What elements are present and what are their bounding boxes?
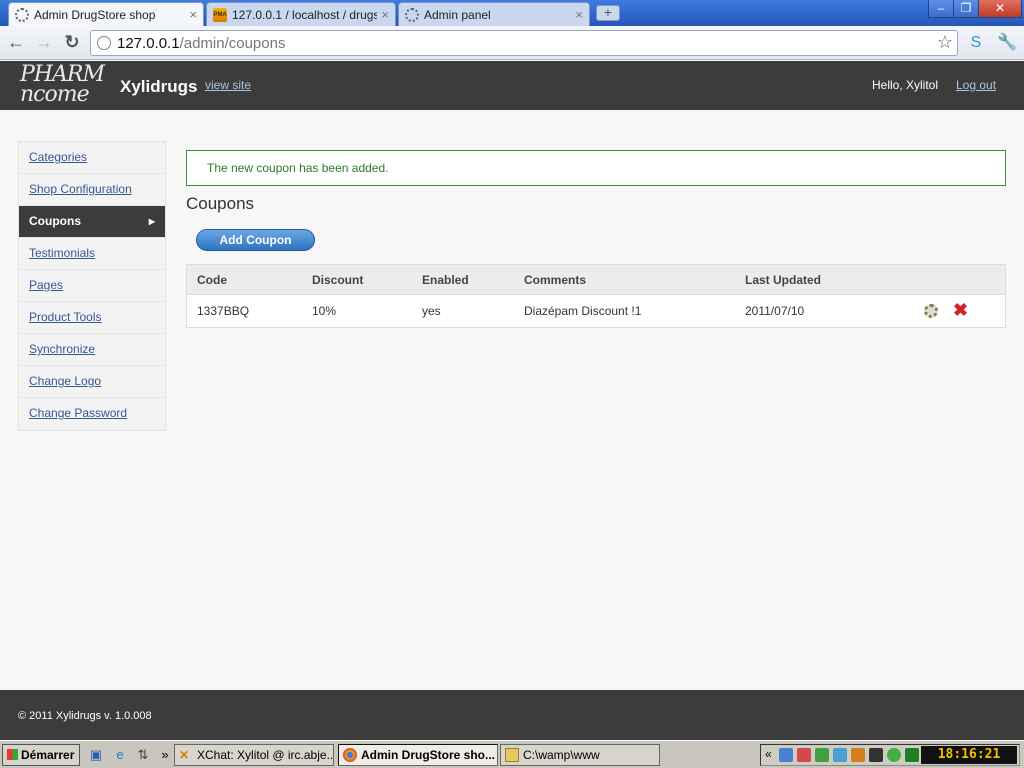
start-button[interactable]: Démarrer <box>2 744 80 766</box>
close-icon[interactable]: × <box>381 7 389 22</box>
sidebar-item-product-tools[interactable]: Product Tools <box>19 302 165 334</box>
task-chrome-admin[interactable]: Admin DrugStore sho... <box>338 744 498 766</box>
task-label: Admin DrugStore sho... <box>361 748 496 762</box>
xchat-tray-icon[interactable] <box>851 748 865 762</box>
cell-comments: Diazépam Discount !1 <box>524 304 642 318</box>
tab-title: Admin panel <box>424 7 491 22</box>
sidebar-item-label: Coupons <box>29 214 81 228</box>
column-header-last-updated: Last Updated <box>745 273 822 287</box>
tab-title: 127.0.0.1 / localhost / drugsto <box>232 7 378 22</box>
wrench-icon[interactable]: 🔧 <box>997 33 1017 53</box>
system-clock: 18:16:21 <box>921 746 1017 764</box>
address-bar[interactable]: 127.0.0.1/admin/coupons ☆ <box>90 30 958 56</box>
reload-icon[interactable]: ↻ <box>61 32 83 54</box>
globe-icon <box>97 36 111 50</box>
volume-icon[interactable] <box>797 748 811 762</box>
browser-toolbar: ← → ↻ 127.0.0.1/admin/coupons ☆ S 🔧 <box>0 26 1024 60</box>
wamp-icon[interactable] <box>905 748 919 762</box>
site-name: Xylidrugs <box>120 77 198 96</box>
browser-tab-admin-panel[interactable]: Admin panel × <box>398 2 590 26</box>
task-explorer-folder[interactable]: C:\wamp\www <box>500 744 660 766</box>
browser-tab-admin-drugstore[interactable]: Admin DrugStore shop × <box>8 2 204 26</box>
network-icon[interactable] <box>779 748 793 762</box>
new-tab-button[interactable]: + <box>596 5 620 21</box>
chrome-icon <box>343 748 357 762</box>
skype-extension-icon[interactable]: S <box>966 33 986 53</box>
phpmyadmin-icon: PMA <box>213 7 227 22</box>
site-logo: PHARM ncome <box>20 64 105 107</box>
system-tray: « 18:16:21 <box>760 744 1020 766</box>
coupons-table: Code Discount Enabled Comments Last Upda… <box>186 264 1006 328</box>
page-title: Coupons <box>186 194 255 213</box>
xchat-icon: ✕ <box>179 748 190 762</box>
user-greeting: Hello, Xylitol <box>872 78 939 92</box>
ftp-icon[interactable]: ⇅ <box>135 747 151 763</box>
cell-last-updated: 2011/07/10 <box>745 304 805 318</box>
browser-tab-strip: Admin DrugStore shop × PMA 127.0.0.1 / l… <box>0 0 1024 26</box>
close-icon[interactable]: × <box>189 7 197 22</box>
chevron-right-icon: ▶ <box>148 217 155 226</box>
logo-line-2: ncome <box>20 82 90 107</box>
task-xchat[interactable]: ✕ XChat: Xylitol @ irc.abje... <box>174 744 334 766</box>
sidebar-item-change-password[interactable]: Change Password <box>19 398 165 430</box>
sidebar-item-synchronize[interactable]: Synchronize <box>19 334 165 366</box>
task-label: XChat: Xylitol @ irc.abje... <box>197 748 334 762</box>
vpn-icon[interactable] <box>815 748 829 762</box>
security-icon[interactable] <box>833 748 847 762</box>
admin-sidebar: Categories Shop Configuration Coupons ▶ … <box>18 141 166 431</box>
add-coupon-button[interactable]: Add Coupon <box>196 229 315 251</box>
back-arrow-icon[interactable]: ← <box>5 32 27 54</box>
sidebar-item-change-logo[interactable]: Change Logo <box>19 366 165 398</box>
sidebar-item-testimonials[interactable]: Testimonials <box>19 238 165 270</box>
loading-spinner-icon <box>15 7 29 22</box>
site-header: PHARM ncome Xylidrugs view site Hello, X… <box>0 61 1024 110</box>
clover-icon[interactable] <box>887 748 901 762</box>
sidebar-item-shop-configuration[interactable]: Shop Configuration <box>19 174 165 206</box>
column-header-code: Code <box>197 273 227 287</box>
tray-chevron-icon[interactable]: « <box>765 747 772 761</box>
loading-spinner-icon <box>405 7 419 22</box>
column-header-enabled: Enabled <box>422 273 469 287</box>
show-desktop-icon[interactable]: ▣ <box>88 747 104 763</box>
task-label: C:\wamp\www <box>523 748 600 762</box>
sidebar-item-categories[interactable]: Categories <box>19 142 165 174</box>
maximize-button[interactable]: ❐ <box>953 0 979 18</box>
column-header-comments: Comments <box>524 273 587 287</box>
windows-taskbar: Démarrer ▣ e ⇅ » ✕ XChat: Xylitol @ irc.… <box>0 740 1024 768</box>
internet-explorer-icon[interactable]: e <box>112 747 128 763</box>
minimize-button[interactable]: – <box>928 0 954 18</box>
site-footer: © 2011 Xylidrugs v. 1.0.008 <box>0 690 1024 740</box>
tab-title: Admin DrugStore shop <box>34 7 156 22</box>
cell-code: 1337BBQ <box>197 304 250 318</box>
bookmark-star-icon[interactable]: ☆ <box>937 32 953 53</box>
window-close-button[interactable]: ✕ <box>978 0 1022 18</box>
edit-gear-icon[interactable] <box>924 304 938 318</box>
hardware-icon[interactable] <box>869 748 883 762</box>
view-site-link[interactable]: view site <box>205 78 251 92</box>
cell-enabled: yes <box>422 304 441 318</box>
url-path: /admin/coupons <box>179 34 286 52</box>
column-header-discount: Discount <box>312 273 364 287</box>
close-icon[interactable]: × <box>575 7 583 22</box>
logout-link[interactable]: Log out <box>956 78 996 92</box>
forward-arrow-icon[interactable]: → <box>33 32 55 54</box>
quicklaunch-chevron-icon[interactable]: » <box>157 747 173 763</box>
cell-discount: 10% <box>312 304 337 318</box>
success-notice: The new coupon has been added. <box>186 150 1006 186</box>
browser-tab-phpmyadmin[interactable]: PMA 127.0.0.1 / localhost / drugsto × <box>206 2 396 26</box>
url-host: 127.0.0.1 <box>117 34 180 52</box>
sidebar-item-pages[interactable]: Pages <box>19 270 165 302</box>
table-row: 1337BBQ 10% yes Diazépam Discount !1 201… <box>187 295 1005 327</box>
sidebar-item-coupons[interactable]: Coupons ▶ <box>19 206 165 238</box>
folder-icon <box>505 748 519 762</box>
delete-icon[interactable]: ✖ <box>953 300 968 320</box>
table-header: Code Discount Enabled Comments Last Upda… <box>187 265 1005 295</box>
